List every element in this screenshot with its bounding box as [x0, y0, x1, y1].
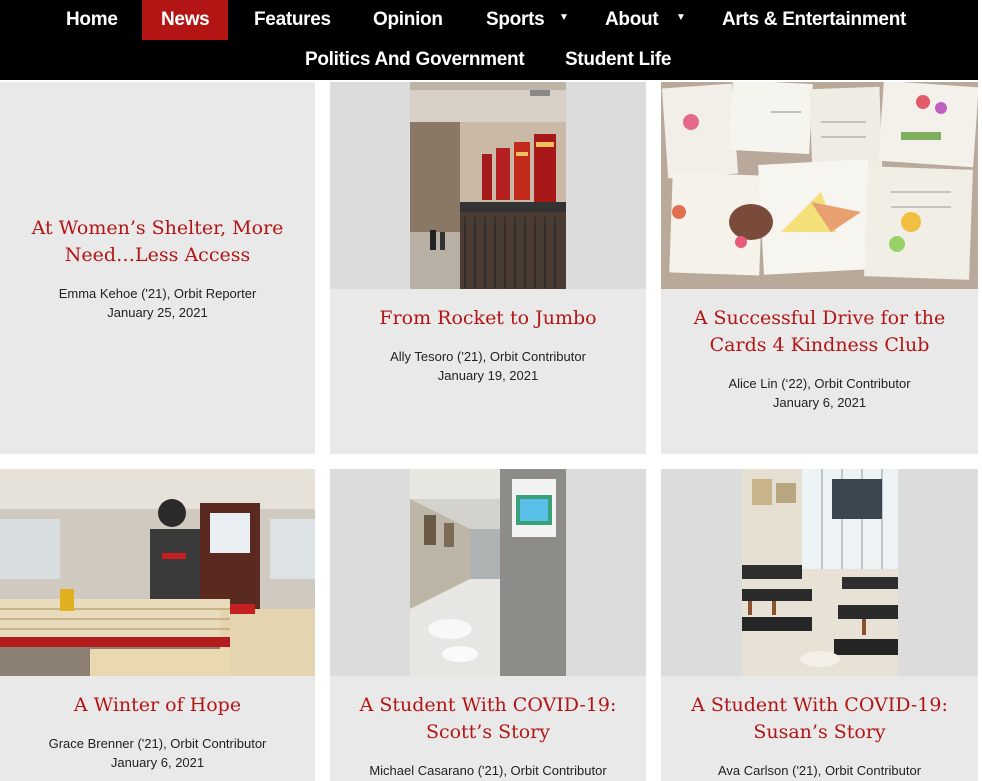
article-card[interactable]: A Winter of Hope Grace Brenner ('21), Or… [0, 469, 315, 781]
article-title-line: A Student With COVID-19: [691, 694, 948, 716]
nav-item-sports[interactable]: Sports [486, 0, 545, 40]
article-card[interactable]: A Student With COVID-19: Scott’s Story M… [330, 469, 646, 781]
handmade-cards-image [661, 82, 978, 289]
nav-item-features[interactable]: Features [254, 0, 331, 40]
article-title-line: A Winter of Hope [73, 694, 242, 716]
article-thumbnail[interactable] [330, 469, 646, 676]
nav-item-news[interactable]: News [142, 0, 229, 40]
science-classroom-image [742, 469, 898, 676]
article-date: January 19, 2021 [437, 368, 539, 383]
article-title-line: From Rocket to Jumbo [379, 307, 597, 329]
article-title[interactable]: A Student With COVID-19: Susan’s Story [661, 692, 978, 746]
empty-school-corridor-image [410, 469, 566, 676]
article-date: January 6, 2021 [772, 395, 867, 410]
article-card[interactable]: From Rocket to Jumbo Ally Tesoro ('21), … [330, 82, 646, 454]
article-title-line: Scott’s Story [425, 721, 551, 743]
article-title-line: Cards 4 Kindness Club [709, 334, 930, 356]
nav-item-opinion[interactable]: Opinion [373, 0, 443, 40]
sports-dropdown-icon[interactable]: ▼ [559, 13, 569, 23]
article-thumbnail[interactable] [661, 469, 978, 676]
article-card[interactable]: A Student With COVID-19: Susan’s Story A… [661, 469, 978, 781]
article-title[interactable]: From Rocket to Jumbo [330, 305, 646, 332]
article-thumbnail[interactable] [330, 82, 646, 289]
article-byline: Emma Kehoe ('21), Orbit Reporter [58, 286, 257, 301]
article-title-line: A Successful Drive for the [693, 307, 946, 329]
article-title[interactable]: A Student With COVID-19: Scott’s Story [330, 692, 646, 746]
article-card[interactable]: At Women’s Shelter, More Need…Less Acces… [0, 82, 315, 454]
article-title-line: At Women’s Shelter, More [31, 217, 284, 239]
article-title[interactable]: A Successful Drive for the Cards 4 Kindn… [661, 305, 978, 359]
article-byline: Ava Carlson ('21), Orbit Contributor [717, 763, 922, 778]
nav-item-home[interactable]: Home [66, 0, 118, 40]
article-title[interactable]: At Women’s Shelter, More Need…Less Acces… [0, 215, 315, 269]
nav-item-arts-entertainment[interactable]: Arts & Entertainment [722, 0, 906, 40]
nav-item-student-life[interactable]: Student Life [565, 40, 671, 80]
woodworking-garage-image [0, 469, 315, 676]
article-byline: Alice Lin (‘22), Orbit Contributor [728, 376, 911, 391]
article-title-line: A Student With COVID-19: [359, 694, 617, 716]
article-byline: Michael Casarano ('21), Orbit Contributo… [369, 763, 607, 778]
article-title-line: Need…Less Access [64, 244, 251, 266]
article-thumbnail[interactable] [0, 469, 315, 676]
article-date: January 25, 2021 [107, 305, 208, 320]
nav-item-about[interactable]: About [605, 0, 659, 40]
article-byline: Ally Tesoro ('21), Orbit Contributor [390, 349, 586, 364]
article-date: January 6, 2021 [110, 755, 205, 770]
nav-item-politics-government[interactable]: Politics And Government [305, 40, 525, 80]
article-title[interactable]: A Winter of Hope [0, 692, 315, 719]
article-byline: Grace Brenner ('21), Orbit Contributor [48, 736, 267, 751]
article-card[interactable]: A Successful Drive for the Cards 4 Kindn… [661, 82, 978, 454]
main-navigation: Home News Features Opinion Sports ▼ Abou… [0, 0, 978, 80]
article-thumbnail[interactable] [661, 82, 978, 289]
article-title-line: Susan’s Story [753, 721, 886, 743]
school-hallway-image [410, 82, 566, 289]
about-dropdown-icon[interactable]: ▼ [676, 13, 686, 23]
